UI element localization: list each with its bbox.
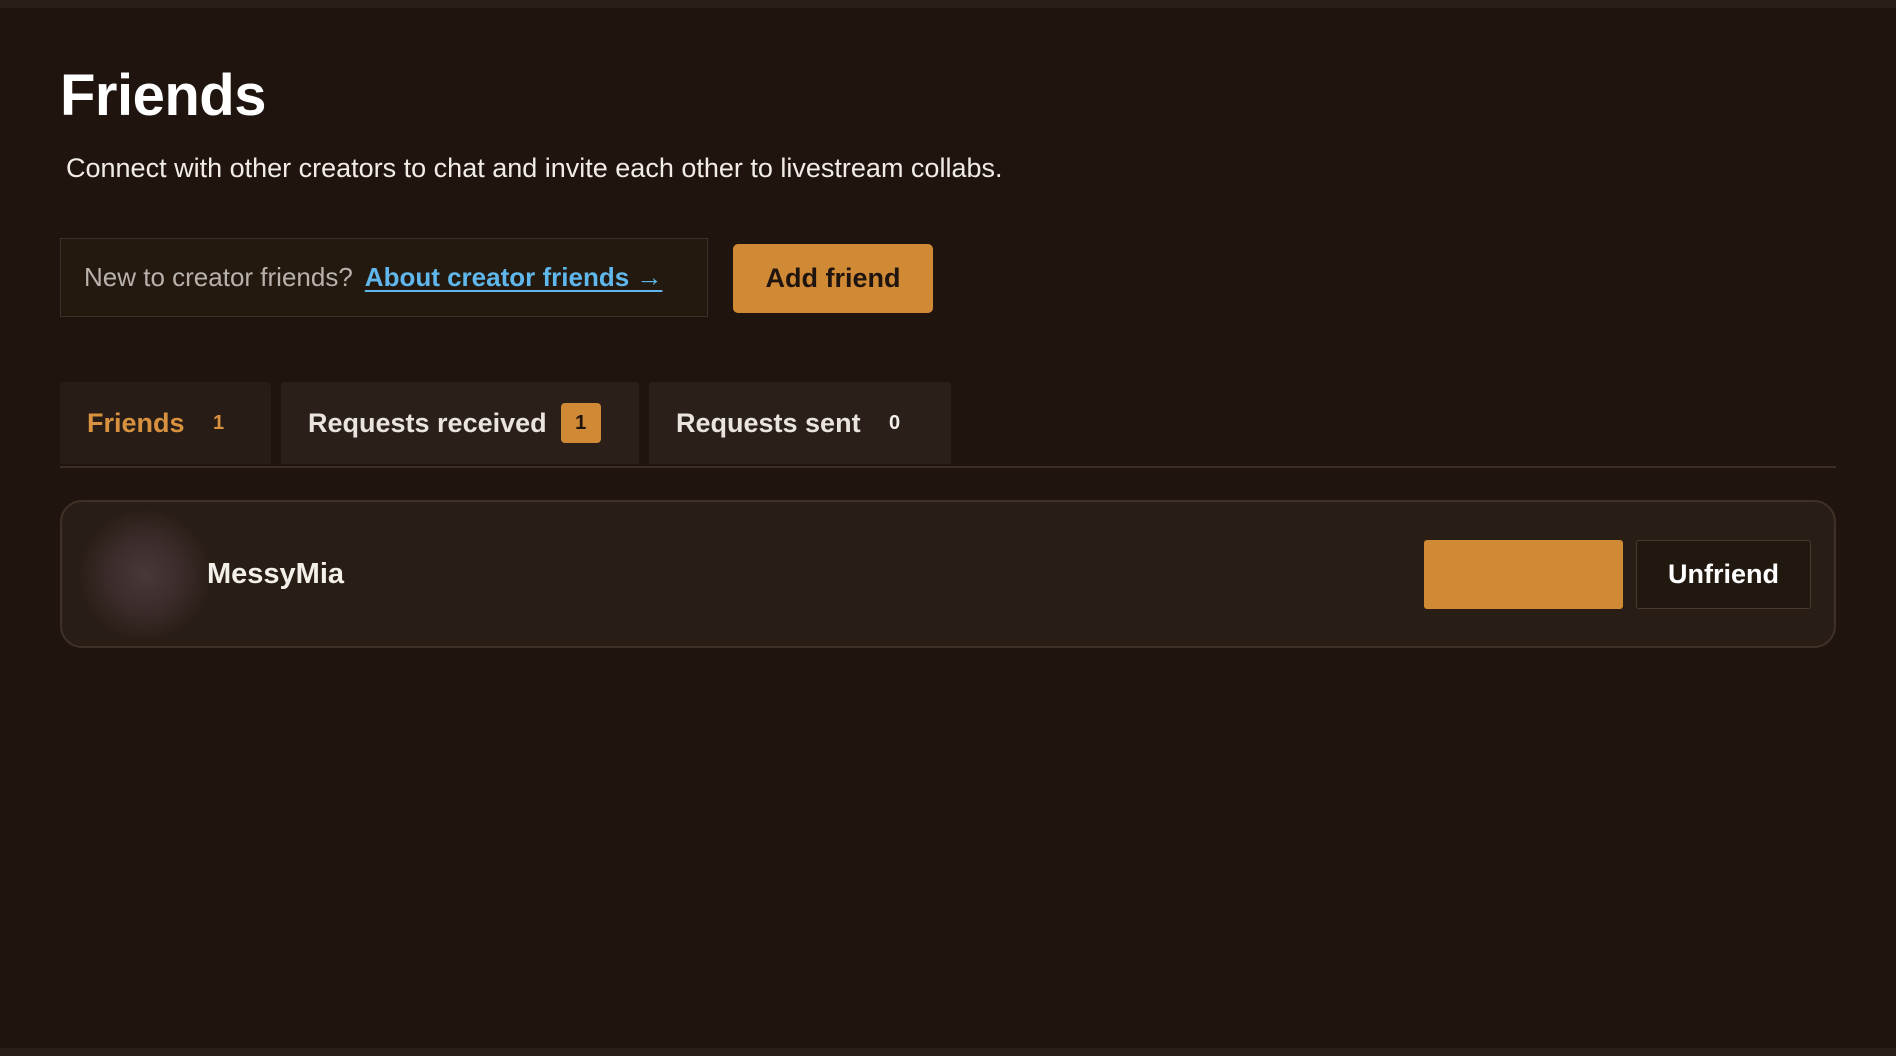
tab-count-badge: 0 [889,411,901,434]
friend-card: MessyMia Unfriend [60,500,1836,648]
tab-count-badge: 1 [212,411,225,434]
page-title: Friends [60,63,267,128]
info-banner: New to creator friends? About creator fr… [60,238,708,317]
page-subtitle: Connect with other creators to chat and … [66,153,1003,183]
friends-page: Friends Connect with other creators to c… [0,0,1896,1056]
info-text: New to creator friends? [84,262,353,292]
unfriend-button[interactable]: Unfriend [1636,540,1811,609]
tab-label: Friends [87,407,185,438]
message-friend-button[interactable] [1424,540,1623,609]
tab-label: Requests received [308,407,547,438]
tab-requests-received[interactable]: Requests received 1 [281,382,639,464]
bottom-divider [0,1048,1896,1056]
tab-count-badge: 1 [560,403,601,443]
tab-friends[interactable]: Friends 1 [60,382,271,464]
tab-label: Requests sent [676,407,861,438]
friend-name[interactable]: MessyMia [207,558,344,591]
tab-requests-sent[interactable]: Requests sent 0 [649,382,951,464]
add-friend-button[interactable]: Add friend [733,244,933,313]
avatar[interactable] [80,510,210,640]
top-divider [0,0,1896,8]
tabs-divider [60,466,1836,468]
about-creator-friends-link[interactable]: About creator friends → [365,262,663,293]
